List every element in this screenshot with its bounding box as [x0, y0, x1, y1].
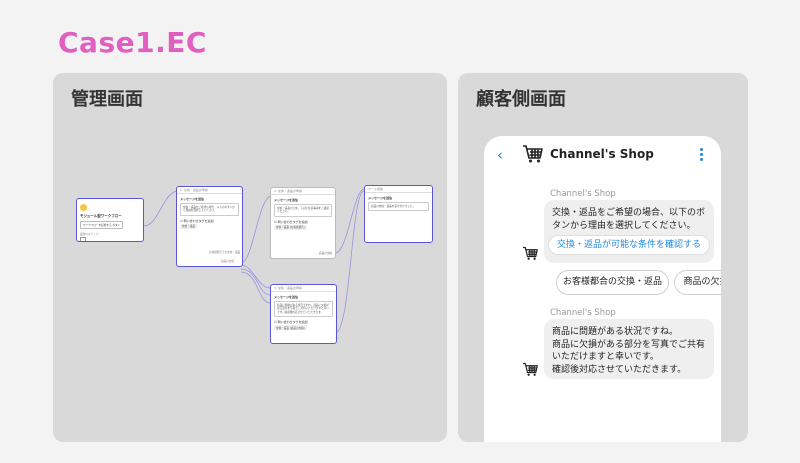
node-1-branch-2: 商品の欠損: [221, 260, 234, 263]
chevron-left-icon[interactable]: ‹: [497, 146, 503, 164]
node-tag-label: ☑ 問い合わせタグを追加: [180, 218, 214, 223]
workflow-node-1[interactable]: 1. 交換・返品の申請 メッセージを送信 交換・返品をご希望の場合、以下のボタン…: [176, 186, 243, 267]
message-sender: Channel's Shop: [550, 189, 616, 199]
smile-emoji-icon: [80, 204, 87, 211]
node-header: 3. 交換・返品の申請: [271, 285, 336, 292]
node-message: 商品に問題がある状況ですね。商品に欠損がある部分を写真でご共有いただけますと幸い…: [274, 301, 333, 318]
node-tag-label: ☑ 問い合わせタグを追加: [274, 219, 308, 224]
chat-header: ‹ Channel's Shop: [484, 136, 721, 176]
message-text-line: タンから理由を選択してください。: [552, 220, 696, 231]
page-title: Case1.EC: [58, 26, 207, 59]
shopping-cart-icon: [523, 145, 543, 163]
workflow-start-node[interactable]: モジュール型ワークフロー ワークフローを起動する ボタン 最新のステップ: [76, 198, 144, 242]
node-header: 1. 交換・返品の申請: [177, 187, 242, 194]
customer-panel: 顧客側画面 ‹ Channel's Shop Channel's Shop 交換…: [458, 73, 748, 442]
phone-screen: ‹ Channel's Shop Channel's Shop 交換・返品をご希…: [484, 136, 721, 442]
node-branch-link: 商品の欠損: [319, 252, 332, 255]
kebab-menu-icon[interactable]: [698, 148, 704, 164]
node-label: メッセージを送信: [274, 295, 298, 299]
message-text-line: いただけますと幸いです。: [552, 352, 659, 362]
shop-name: Channel's Shop: [550, 147, 654, 161]
start-node-note: 最新のステップ: [80, 233, 99, 236]
start-node-button: ワークフローを起動する ボタン: [80, 221, 124, 229]
node-message: 交換・返品のため、下記の注意事項をご確認ください。: [274, 204, 332, 217]
node-header: カード送信: [365, 186, 432, 193]
workflow-node-2[interactable]: 2. 交換・返品の申請 メッセージを送信 交換・返品のため、下記の注意事項をご確…: [270, 187, 336, 259]
message-bubble: 商品に問題がある状況ですね。 商品に欠損がある部分を写真でご共有 いただけますと…: [544, 319, 714, 379]
workflow-connectors: [143, 188, 365, 334]
node-label: メッセージを送信: [274, 198, 298, 202]
admin-panel: 管理画面 モジュール型ワークフロー ワークフローを起動する ボタン 最新のステッ…: [53, 73, 447, 442]
node-tag-label: ☑ 問い合わせタグを追加: [274, 320, 308, 325]
start-node-title: モジュール型ワークフロー: [80, 214, 122, 218]
node-header: 2. 交換・返品の申請: [271, 188, 335, 195]
message-text-line: 商品に欠損がある部分を写真でご共有: [552, 339, 706, 350]
message-text-line: 商品に問題がある状況ですね。: [552, 327, 679, 337]
message-bubble: 交換・返品をご希望の場合、以下のボ タンから理由を選択してください。 交換・返品…: [544, 200, 714, 263]
shopping-cart-icon: [523, 362, 538, 376]
node-tag-chip: 交換・返品 (商品の欠損): [274, 325, 307, 331]
step-icon: [80, 237, 86, 241]
message-sender: Channel's Shop: [550, 308, 616, 318]
node-label: メッセージを送信: [368, 196, 392, 200]
workflow-node-3[interactable]: 3. 交換・返品の申請 メッセージを送信 商品に問題がある状況ですね。商品に欠損…: [270, 284, 337, 344]
check-conditions-button[interactable]: 交換・返品が可能な条件を確認する: [548, 235, 710, 255]
node-message: 商品の交換・返品を受け付けました。: [368, 202, 429, 212]
message-text-line: 確認後対応させていただきます。: [552, 364, 687, 375]
shopping-cart-icon: [523, 246, 538, 260]
workflow-node-4[interactable]: カード送信 メッセージを送信 商品の交換・返品を受け付けました。: [364, 185, 433, 243]
message-text-line: 交換・返品をご希望の場合、以下のボ: [552, 208, 706, 218]
node-1-branch: お客様都合での交換・返品: [209, 251, 241, 254]
customer-panel-title: 顧客側画面: [476, 89, 566, 110]
node-tag-chip: 交換・返品: [180, 223, 197, 229]
quick-reply-defect[interactable]: 商品の欠損: [674, 270, 721, 295]
node-tag-chip: 交換・返品 (お客様都合): [274, 224, 307, 230]
quick-reply-own-reason[interactable]: お客様都合の交換・返品: [556, 270, 669, 295]
node-message: 交換・返品をご希望の場合、以下のボタンから理由を選択してください。: [180, 203, 239, 216]
node-label: メッセージを送信: [180, 197, 204, 201]
